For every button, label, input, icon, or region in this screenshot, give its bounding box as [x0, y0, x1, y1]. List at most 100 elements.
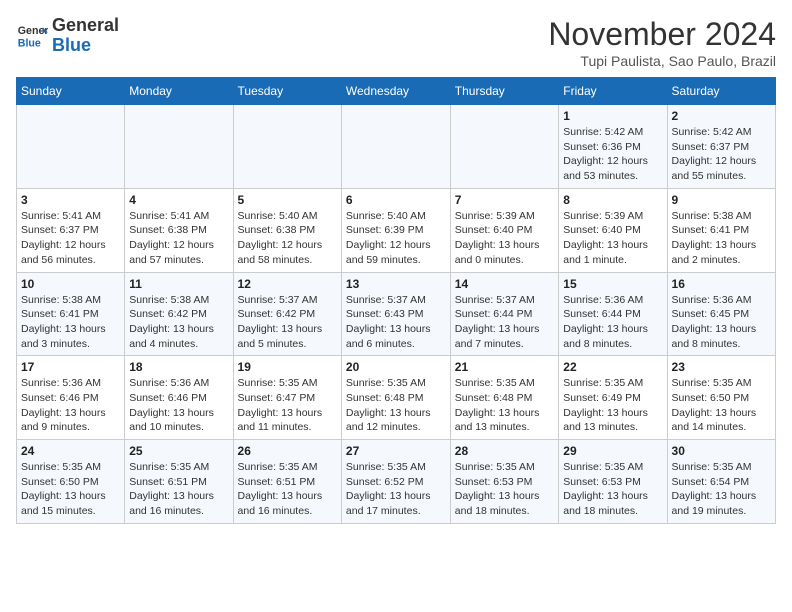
day-info: Sunrise: 5:41 AM Sunset: 6:37 PM Dayligh… [21, 209, 120, 268]
calendar-cell: 11 Sunrise: 5:38 AM Sunset: 6:42 PM Dayli… [125, 272, 233, 356]
calendar-week-3: 10Sunrise: 5:38 AM Sunset: 6:41 PM Dayli… [17, 272, 776, 356]
title-block: November 2024 Tupi Paulista, Sao Paulo, … [548, 16, 776, 69]
calendar-week-4: 17 Sunrise: 5:36 AM Sunset: 6:46 PM Dayli… [17, 356, 776, 440]
day-number: 2 [672, 109, 771, 123]
day-number: 24 [21, 444, 120, 458]
day-number: 29 [563, 444, 662, 458]
calendar-cell: 26 Sunrise: 5:35 AM Sunset: 6:51 PM Dayli… [233, 440, 341, 524]
calendar-title: November 2024 [548, 16, 776, 53]
day-info: Sunrise: 5:37 AM Sunset: 6:43 PM Dayligh… [346, 293, 446, 352]
calendar-cell: 14 Sunrise: 5:37 AM Sunset: 6:44 PM Dayli… [450, 272, 559, 356]
calendar-cell [450, 105, 559, 189]
calendar-cell: 27Sunrise: 5:35 AM Sunset: 6:52 PM Dayli… [341, 440, 450, 524]
day-info: Sunrise: 5:35 AM Sunset: 6:53 PM Dayligh… [563, 460, 662, 519]
day-number: 21 [455, 360, 555, 374]
day-number: 10 [21, 277, 120, 291]
calendar-cell: 12 Sunrise: 5:37 AM Sunset: 6:42 PM Dayli… [233, 272, 341, 356]
day-number: 17 [21, 360, 120, 374]
day-number: 18 [129, 360, 228, 374]
column-header-sunday: Sunday [17, 78, 125, 105]
calendar-cell: 16 Sunrise: 5:36 AM Sunset: 6:45 PM Dayli… [667, 272, 775, 356]
calendar-cell: 15 Sunrise: 5:36 AM Sunset: 6:44 PM Dayli… [559, 272, 667, 356]
calendar-cell: 8 Sunrise: 5:39 AM Sunset: 6:40 PM Daylig… [559, 188, 667, 272]
day-info: Sunrise: 5:40 AM Sunset: 6:39 PM Dayligh… [346, 209, 446, 268]
calendar-week-1: 1Sunrise: 5:42 AM Sunset: 6:36 PM Daylig… [17, 105, 776, 189]
day-info: Sunrise: 5:35 AM Sunset: 6:51 PM Dayligh… [129, 460, 228, 519]
day-number: 11 [129, 277, 228, 291]
day-info: Sunrise: 5:36 AM Sunset: 6:44 PM Dayligh… [563, 293, 662, 352]
day-info: Sunrise: 5:35 AM Sunset: 6:52 PM Dayligh… [346, 460, 446, 519]
logo: General Blue General Blue [16, 16, 119, 56]
calendar-subtitle: Tupi Paulista, Sao Paulo, Brazil [548, 53, 776, 69]
calendar-cell: 5 Sunrise: 5:40 AM Sunset: 6:38 PM Daylig… [233, 188, 341, 272]
day-number: 16 [672, 277, 771, 291]
column-header-wednesday: Wednesday [341, 78, 450, 105]
calendar-cell: 7 Sunrise: 5:39 AM Sunset: 6:40 PM Daylig… [450, 188, 559, 272]
calendar-cell: 9 Sunrise: 5:38 AM Sunset: 6:41 PM Daylig… [667, 188, 775, 272]
day-number: 15 [563, 277, 662, 291]
calendar-cell [125, 105, 233, 189]
day-info: Sunrise: 5:42 AM Sunset: 6:37 PM Dayligh… [672, 125, 771, 184]
day-number: 5 [238, 193, 337, 207]
day-info: Sunrise: 5:35 AM Sunset: 6:53 PM Dayligh… [455, 460, 555, 519]
day-number: 7 [455, 193, 555, 207]
day-number: 13 [346, 277, 446, 291]
calendar-cell: 1Sunrise: 5:42 AM Sunset: 6:36 PM Daylig… [559, 105, 667, 189]
calendar-cell: 21 Sunrise: 5:35 AM Sunset: 6:48 PM Dayli… [450, 356, 559, 440]
day-number: 30 [672, 444, 771, 458]
calendar-cell [341, 105, 450, 189]
day-number: 8 [563, 193, 662, 207]
calendar-cell: 19 Sunrise: 5:35 AM Sunset: 6:47 PM Dayli… [233, 356, 341, 440]
day-info: Sunrise: 5:37 AM Sunset: 6:44 PM Dayligh… [455, 293, 555, 352]
day-number: 14 [455, 277, 555, 291]
day-info: Sunrise: 5:35 AM Sunset: 6:48 PM Dayligh… [455, 376, 555, 435]
logo-icon: General Blue [16, 20, 48, 52]
day-number: 6 [346, 193, 446, 207]
day-info: Sunrise: 5:38 AM Sunset: 6:42 PM Dayligh… [129, 293, 228, 352]
day-info: Sunrise: 5:40 AM Sunset: 6:38 PM Dayligh… [238, 209, 337, 268]
day-info: Sunrise: 5:41 AM Sunset: 6:38 PM Dayligh… [129, 209, 228, 268]
day-info: Sunrise: 5:38 AM Sunset: 6:41 PM Dayligh… [672, 209, 771, 268]
day-number: 23 [672, 360, 771, 374]
calendar-cell: 23 Sunrise: 5:35 AM Sunset: 6:50 PM Dayli… [667, 356, 775, 440]
day-info: Sunrise: 5:35 AM Sunset: 6:50 PM Dayligh… [672, 376, 771, 435]
calendar-cell: 25 Sunrise: 5:35 AM Sunset: 6:51 PM Dayli… [125, 440, 233, 524]
day-info: Sunrise: 5:37 AM Sunset: 6:42 PM Dayligh… [238, 293, 337, 352]
day-number: 12 [238, 277, 337, 291]
calendar-cell: 4 Sunrise: 5:41 AM Sunset: 6:38 PM Daylig… [125, 188, 233, 272]
day-number: 19 [238, 360, 337, 374]
day-info: Sunrise: 5:36 AM Sunset: 6:46 PM Dayligh… [129, 376, 228, 435]
calendar-cell: 30 Sunrise: 5:35 AM Sunset: 6:54 PM Dayli… [667, 440, 775, 524]
day-info: Sunrise: 5:35 AM Sunset: 6:47 PM Dayligh… [238, 376, 337, 435]
column-header-monday: Monday [125, 78, 233, 105]
day-info: Sunrise: 5:35 AM Sunset: 6:50 PM Dayligh… [21, 460, 120, 519]
day-info: Sunrise: 5:35 AM Sunset: 6:51 PM Dayligh… [238, 460, 337, 519]
day-number: 25 [129, 444, 228, 458]
calendar-cell: 28 Sunrise: 5:35 AM Sunset: 6:53 PM Dayli… [450, 440, 559, 524]
day-info: Sunrise: 5:39 AM Sunset: 6:40 PM Dayligh… [455, 209, 555, 268]
header-row: SundayMondayTuesdayWednesdayThursdayFrid… [17, 78, 776, 105]
day-number: 4 [129, 193, 228, 207]
calendar-cell: 22 Sunrise: 5:35 AM Sunset: 6:49 PM Dayli… [559, 356, 667, 440]
day-info: Sunrise: 5:42 AM Sunset: 6:36 PM Dayligh… [563, 125, 662, 184]
day-info: Sunrise: 5:35 AM Sunset: 6:49 PM Dayligh… [563, 376, 662, 435]
calendar-cell: 10Sunrise: 5:38 AM Sunset: 6:41 PM Dayli… [17, 272, 125, 356]
calendar-cell: 29 Sunrise: 5:35 AM Sunset: 6:53 PM Dayli… [559, 440, 667, 524]
calendar-body: 1Sunrise: 5:42 AM Sunset: 6:36 PM Daylig… [17, 105, 776, 524]
page-header: General Blue General Blue November 2024 … [16, 16, 776, 69]
calendar-table: SundayMondayTuesdayWednesdayThursdayFrid… [16, 77, 776, 524]
day-info: Sunrise: 5:35 AM Sunset: 6:54 PM Dayligh… [672, 460, 771, 519]
calendar-cell: 20Sunrise: 5:35 AM Sunset: 6:48 PM Dayli… [341, 356, 450, 440]
column-header-saturday: Saturday [667, 78, 775, 105]
day-number: 26 [238, 444, 337, 458]
day-number: 28 [455, 444, 555, 458]
calendar-cell [17, 105, 125, 189]
calendar-cell: 3Sunrise: 5:41 AM Sunset: 6:37 PM Daylig… [17, 188, 125, 272]
day-number: 9 [672, 193, 771, 207]
day-number: 22 [563, 360, 662, 374]
column-header-thursday: Thursday [450, 78, 559, 105]
day-info: Sunrise: 5:36 AM Sunset: 6:46 PM Dayligh… [21, 376, 120, 435]
day-info: Sunrise: 5:36 AM Sunset: 6:45 PM Dayligh… [672, 293, 771, 352]
day-info: Sunrise: 5:39 AM Sunset: 6:40 PM Dayligh… [563, 209, 662, 268]
svg-text:Blue: Blue [18, 37, 41, 49]
